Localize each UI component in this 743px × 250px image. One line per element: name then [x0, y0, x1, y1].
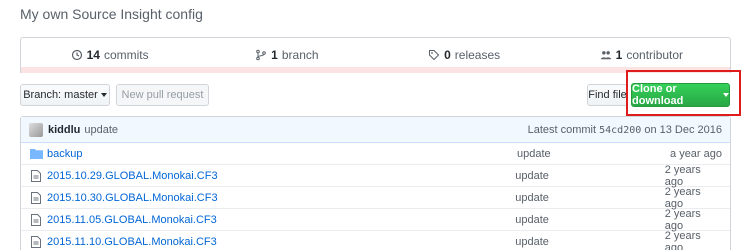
- file-name-link[interactable]: 2015.11.10.GLOBAL.Monokai.CF3: [47, 236, 515, 248]
- releases-count: 0: [444, 48, 451, 62]
- branch-select-label: Branch: master: [23, 89, 98, 101]
- file-commit-message[interactable]: update: [515, 170, 664, 182]
- file-commit-message[interactable]: update: [515, 236, 664, 248]
- file-row: 2015.10.30.GLOBAL.Monokai.CF3 update 2 y…: [21, 185, 730, 210]
- file-name-link[interactable]: backup: [47, 148, 517, 160]
- file-navigation: Branch: master New pull request Find fil…: [20, 83, 731, 110]
- branch-count: 1: [271, 48, 278, 62]
- repo-description: My own Source Insight config: [20, 6, 203, 22]
- contributors-label: contributor: [626, 48, 684, 62]
- branch-select-button[interactable]: Branch: master: [20, 84, 110, 106]
- chevron-down-icon: [100, 93, 107, 97]
- file-commit-message[interactable]: update: [517, 148, 667, 160]
- contributors-count: 1: [615, 48, 623, 62]
- people-icon: [600, 51, 611, 60]
- commits-label: commits: [103, 48, 149, 62]
- annotation-highlight-box: [626, 70, 741, 116]
- file-age: 2 years ago: [664, 185, 701, 210]
- releases-label: releases: [454, 48, 501, 62]
- latest-commit-meta: Latest commit 54cd200 on 13 Dec 2016: [528, 124, 722, 136]
- file-name-link[interactable]: 2015.10.30.GLOBAL.Monokai.CF3: [47, 192, 515, 204]
- commits-count: 14: [86, 48, 100, 62]
- folder-icon: [29, 148, 43, 159]
- branch-label: branch: [281, 48, 319, 62]
- avatar[interactable]: [29, 122, 43, 137]
- commit-message-link[interactable]: update: [84, 124, 118, 136]
- file-name-link[interactable]: 2015.10.29.GLOBAL.Monokai.CF3: [47, 170, 515, 182]
- file-row: 2015.10.29.GLOBAL.Monokai.CF3 update 2 y…: [21, 163, 730, 188]
- language-bar: [20, 67, 731, 73]
- tag-icon: [429, 50, 440, 61]
- file-row: 2015.11.10.GLOBAL.Monokai.CF3 update 2 y…: [21, 229, 730, 250]
- file-commit-message[interactable]: update: [515, 214, 664, 226]
- file-name-link[interactable]: 2015.11.05.GLOBAL.Monokai.CF3: [47, 214, 515, 226]
- find-file-button[interactable]: Find file: [587, 84, 628, 106]
- file-age: 2 years ago: [664, 207, 701, 232]
- file-row: 2015.11.05.GLOBAL.Monokai.CF3 update 2 y…: [21, 207, 730, 232]
- commit-date: on 13 Dec 2016: [644, 123, 722, 136]
- file-icon: [29, 169, 43, 182]
- file-commit-message[interactable]: update: [515, 192, 664, 204]
- history-icon: [71, 49, 82, 61]
- file-icon: [29, 235, 43, 248]
- commit-sha-link[interactable]: 54cd200: [599, 125, 641, 136]
- file-age: a year ago: [670, 147, 722, 160]
- file-row: backup update a year ago: [21, 143, 730, 165]
- new-pull-request-button[interactable]: New pull request: [116, 84, 209, 106]
- latest-commit-row: kiddlu update Latest commit 54cd200 on 1…: [21, 117, 730, 143]
- latest-commit-prefix: Latest commit: [527, 123, 597, 136]
- file-icon: [29, 191, 43, 204]
- file-list: kiddlu update Latest commit 54cd200 on 1…: [20, 116, 731, 250]
- commit-author-link[interactable]: kiddlu: [48, 124, 80, 136]
- file-icon: [29, 213, 43, 226]
- file-age: 2 years ago: [664, 163, 701, 188]
- file-age: 2 years ago: [664, 229, 701, 250]
- branch-icon: [256, 49, 266, 61]
